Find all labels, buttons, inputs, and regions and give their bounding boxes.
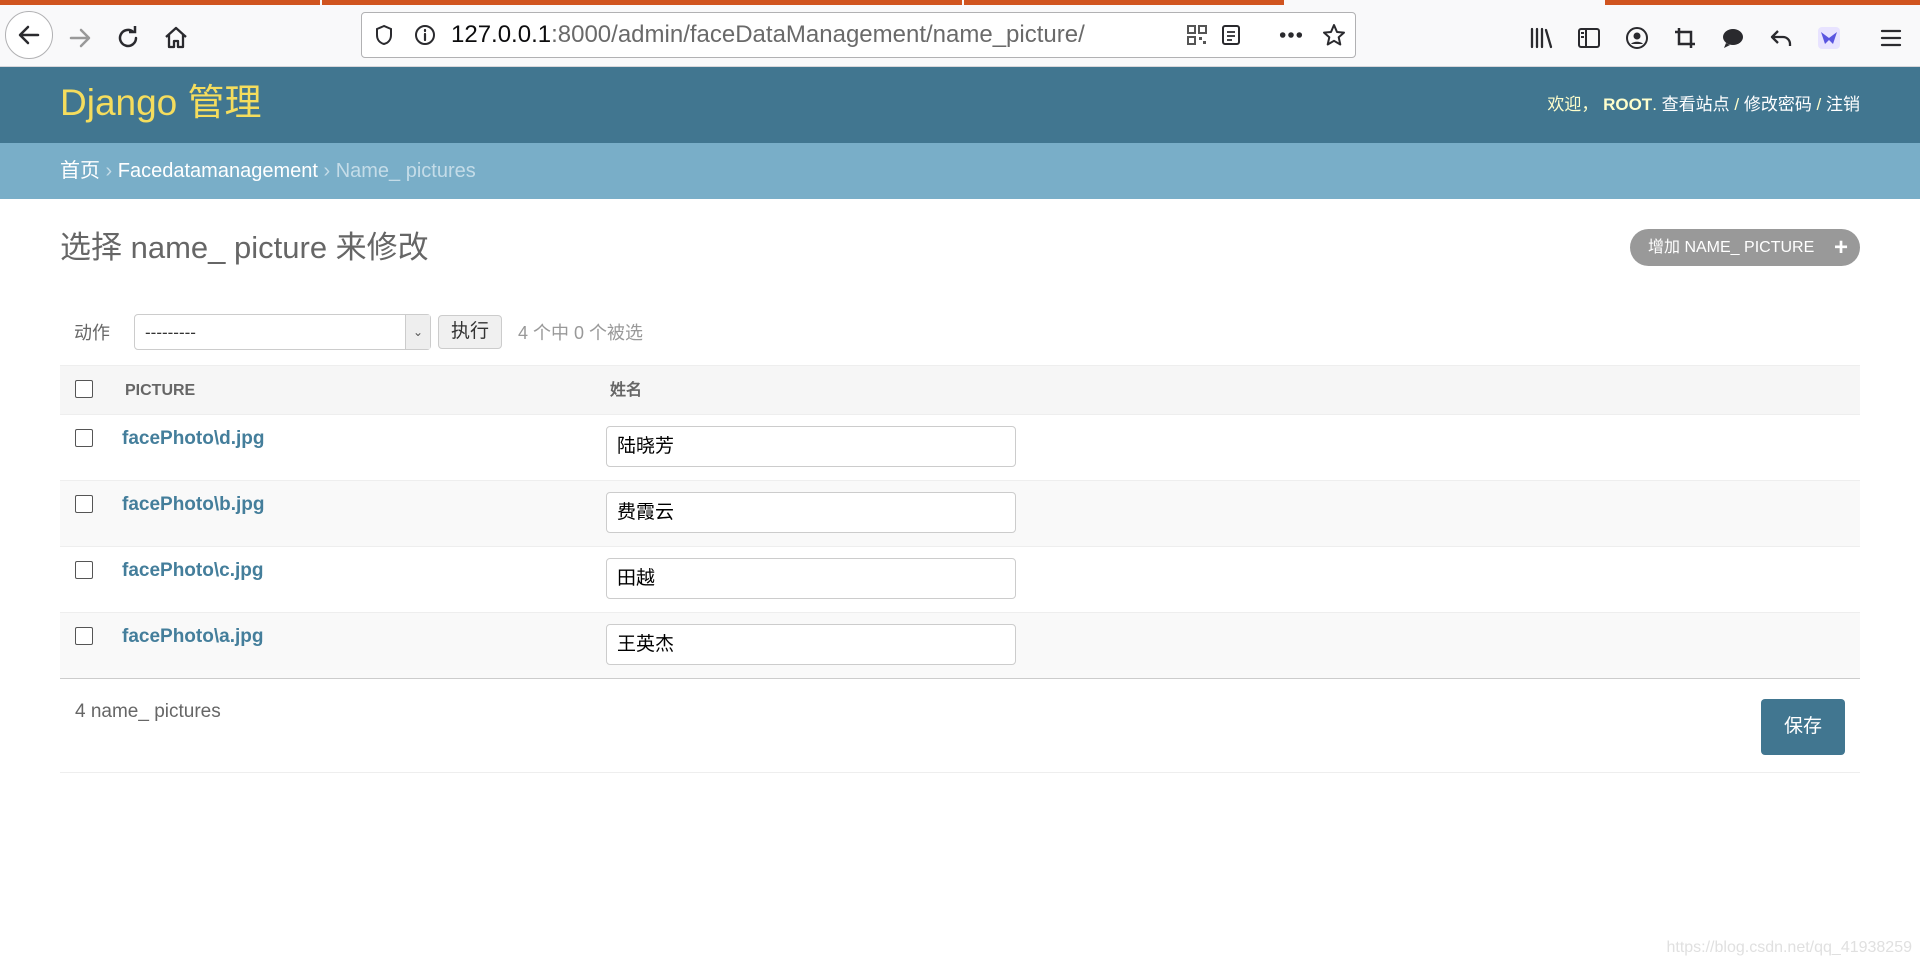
view-site-link[interactable]: 查看站点 [1662, 95, 1730, 114]
home-icon [165, 26, 187, 49]
chat-button[interactable] [1713, 18, 1753, 58]
reload-button[interactable] [108, 18, 148, 58]
row-checkbox[interactable] [75, 495, 93, 513]
chat-bubble-icon [1723, 29, 1743, 48]
row-checkbox[interactable] [75, 627, 93, 645]
user-tools: 欢迎， ROOT. 查看站点 / 修改密码 / 注销 [1547, 95, 1860, 114]
forward-button[interactable] [60, 18, 100, 58]
page-title: 选择 name_ picture 来修改 [60, 230, 429, 265]
url-bar[interactable]: 127.0.0.1:8000/admin/faceDataManagement/… [361, 12, 1356, 58]
extension-icon [1818, 27, 1840, 49]
reload-icon [118, 26, 138, 48]
arrow-right-icon [69, 28, 91, 48]
column-header-picture[interactable]: PICTURE [125, 383, 195, 399]
breadcrumb-app[interactable]: Facedatamanagement [118, 160, 318, 182]
breadcrumb-separator: › [317, 160, 336, 182]
breadcrumb: 首页 › Facedatamanagement › Name_ pictures [0, 143, 1920, 199]
logout-link[interactable]: 注销 [1826, 95, 1860, 114]
info-icon[interactable] [413, 23, 437, 47]
action-label: 动作 [74, 323, 110, 343]
more-actions-icon[interactable] [1279, 23, 1303, 47]
add-button-label: 增加 NAME_ PICTURE [1648, 239, 1815, 256]
extension-button[interactable] [1809, 18, 1849, 58]
library-icon [1530, 27, 1553, 49]
breadcrumb-home[interactable]: 首页 [60, 160, 100, 182]
crop-button[interactable] [1665, 18, 1705, 58]
picture-link[interactable]: facePhoto\a.jpg [122, 627, 263, 647]
url-text[interactable]: 127.0.0.1:8000/admin/faceDataManagement/… [451, 23, 1085, 47]
crop-icon [1675, 28, 1695, 48]
tab[interactable] [1605, 0, 1920, 5]
account-icon [1626, 27, 1648, 49]
name-field[interactable]: 陆晓芳 [606, 426, 1016, 467]
breadcrumb-current: Name_ pictures [335, 160, 476, 182]
table-row: facePhoto\d.jpg 陆晓芳 [60, 415, 1860, 481]
add-name-picture-button[interactable]: 增加 NAME_ PICTURE + [1630, 229, 1860, 266]
chevron-down-icon: ⌄ [405, 315, 430, 349]
account-button[interactable] [1617, 18, 1657, 58]
row-checkbox[interactable] [75, 561, 93, 579]
table-row: facePhoto\b.jpg 费霞云 [60, 481, 1860, 547]
hamburger-menu-icon [1880, 29, 1902, 47]
table-row: facePhoto\c.jpg 田越 [60, 547, 1860, 613]
shield-icon[interactable] [372, 23, 396, 47]
back-button[interactable] [5, 11, 53, 59]
actions-bar: 动作 --------- ⌄ 执行 4 个中 0 个被选 [60, 312, 1860, 352]
library-button[interactable] [1521, 18, 1561, 58]
sidebar-button[interactable] [1569, 18, 1609, 58]
url-host: 127.0.0.1 [451, 21, 552, 48]
name-field[interactable]: 费霞云 [606, 492, 1016, 533]
sidebar-icon [1578, 28, 1600, 48]
tab[interactable] [964, 0, 1284, 5]
arrow-left-icon [18, 25, 40, 45]
reader-view-icon[interactable] [1219, 23, 1243, 47]
separator: / [1811, 95, 1826, 114]
admin-header: Django 管理 欢迎， ROOT. 查看站点 / 修改密码 / 注销 [0, 67, 1920, 143]
watermark: https://blog.csdn.net/qq_41938259 [1666, 939, 1912, 956]
results-table: PICTURE 姓名 facePhoto\d.jpg 陆晓芳 facePhoto… [60, 365, 1860, 679]
url-path: :8000/admin/faceDataManagement/name_pict… [551, 21, 1085, 48]
home-button[interactable] [156, 18, 196, 58]
welcome-text: 欢迎， [1547, 95, 1599, 114]
name-field[interactable]: 田越 [606, 558, 1016, 599]
menu-button[interactable] [1871, 18, 1911, 58]
table-row: facePhoto\a.jpg 王英杰 [60, 613, 1860, 679]
qr-code-icon[interactable] [1185, 23, 1209, 47]
separator: / [1729, 95, 1744, 114]
column-header-name: 姓名 [610, 382, 643, 399]
tab[interactable] [0, 0, 320, 5]
picture-link[interactable]: facePhoto\d.jpg [122, 429, 265, 449]
run-action-button[interactable]: 执行 [438, 315, 502, 349]
breadcrumb-separator: › [100, 160, 118, 182]
undo-icon [1770, 30, 1792, 46]
action-select[interactable]: --------- ⌄ [134, 314, 431, 350]
picture-link[interactable]: facePhoto\b.jpg [122, 495, 265, 515]
undo-button[interactable] [1761, 18, 1801, 58]
select-all-checkbox[interactable] [75, 380, 93, 398]
name-field[interactable]: 王英杰 [606, 624, 1016, 665]
table-header: PICTURE 姓名 [60, 365, 1860, 415]
bookmark-star-icon[interactable] [1322, 23, 1346, 47]
change-password-link[interactable]: 修改密码 [1744, 95, 1812, 114]
result-count: 4 name_ pictures [75, 701, 221, 722]
plus-icon: + [1833, 234, 1848, 261]
tab[interactable] [322, 0, 962, 5]
action-select-value: --------- [145, 323, 196, 342]
username: ROOT [1603, 95, 1653, 114]
paginator: 4 name_ pictures 保存 [60, 680, 1860, 773]
action-counter: 4 个中 0 个被选 [518, 323, 644, 343]
picture-link[interactable]: facePhoto\c.jpg [122, 561, 263, 581]
row-checkbox[interactable] [75, 429, 93, 447]
site-branding[interactable]: Django 管理 [60, 83, 262, 123]
save-button[interactable]: 保存 [1761, 699, 1845, 755]
browser-toolbar: 127.0.0.1:8000/admin/faceDataManagement/… [0, 6, 1920, 67]
